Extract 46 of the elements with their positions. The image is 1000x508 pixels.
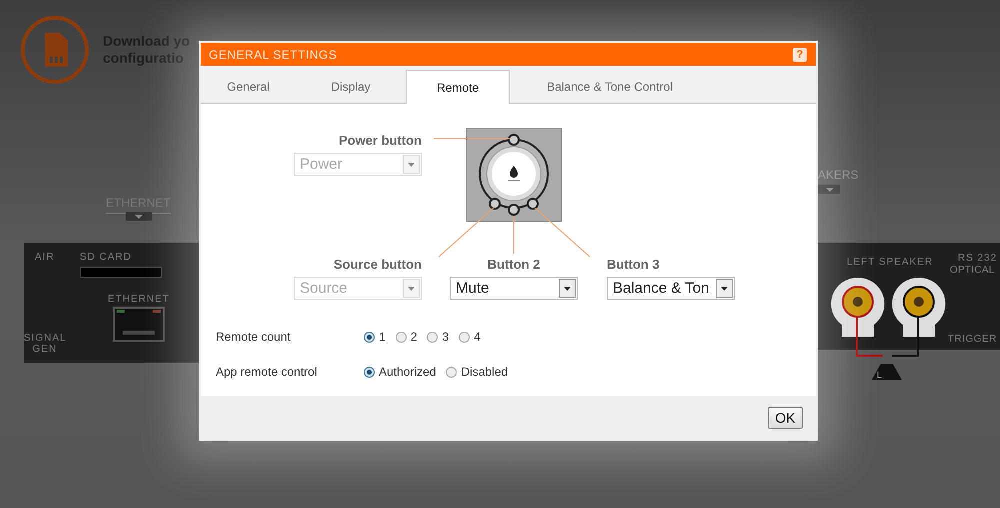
speaker-wire-drawing bbox=[855, 316, 920, 382]
radio-option[interactable]: Authorized bbox=[364, 363, 436, 381]
radio-option[interactable]: 4 bbox=[459, 328, 481, 346]
port-label: SD CARD bbox=[80, 251, 132, 265]
dropdown[interactable]: Mute bbox=[450, 277, 578, 300]
port-label: OPTICAL bbox=[950, 264, 995, 278]
caret-icon bbox=[559, 279, 576, 298]
setting-label: Remote count bbox=[216, 329, 292, 346]
field-label: Button 3 bbox=[607, 257, 660, 272]
radio-icon[interactable] bbox=[396, 332, 407, 342]
port-label: RS 232 bbox=[958, 252, 998, 266]
tab[interactable]: General bbox=[201, 70, 296, 103]
radio-icon[interactable] bbox=[427, 332, 438, 342]
port-label: LEFT SPEAKER bbox=[847, 256, 934, 270]
radio-icon[interactable] bbox=[364, 332, 375, 342]
speaker-terminal-icon bbox=[830, 276, 886, 338]
speaker-mark: L bbox=[877, 369, 882, 382]
leader-line bbox=[534, 208, 590, 258]
radio-option[interactable]: 2 bbox=[396, 328, 418, 346]
field-label: Power button bbox=[338, 133, 422, 148]
field-label: Button 2 bbox=[488, 257, 540, 272]
radio-option[interactable]: 3 bbox=[427, 328, 450, 346]
dropdown[interactable]: Balance & Ton bbox=[607, 277, 735, 300]
caret-icon bbox=[403, 155, 420, 174]
port-label: ETHERNET bbox=[108, 293, 170, 307]
field-label: Source button bbox=[334, 257, 422, 272]
port-label: SIGNAL GEN bbox=[24, 333, 66, 355]
radio-icon[interactable] bbox=[364, 366, 375, 378]
port-label: TRIGGER bbox=[948, 333, 998, 347]
setting-label: App remote control bbox=[216, 364, 318, 381]
radio-icon[interactable] bbox=[446, 366, 458, 378]
tab[interactable]: Display bbox=[296, 70, 406, 103]
caret-icon bbox=[403, 279, 420, 298]
port-label: AIR bbox=[35, 251, 55, 265]
speaker-terminal-icon bbox=[891, 276, 947, 338]
tab[interactable]: Remote bbox=[406, 70, 510, 104]
caret-icon bbox=[716, 279, 733, 298]
radio-option[interactable]: 1 bbox=[364, 328, 386, 346]
ethernet-port-icon bbox=[113, 307, 165, 342]
tab[interactable]: Balance & Tone Control bbox=[510, 70, 710, 103]
ok-button[interactable]: OK bbox=[768, 406, 803, 428]
dialog-title: GENERAL SETTINGS bbox=[209, 46, 338, 64]
radio-option[interactable]: Disabled bbox=[446, 363, 508, 381]
sd-card-icon bbox=[20, 15, 90, 85]
radio-icon[interactable] bbox=[459, 332, 470, 342]
leader-line bbox=[438, 206, 496, 258]
